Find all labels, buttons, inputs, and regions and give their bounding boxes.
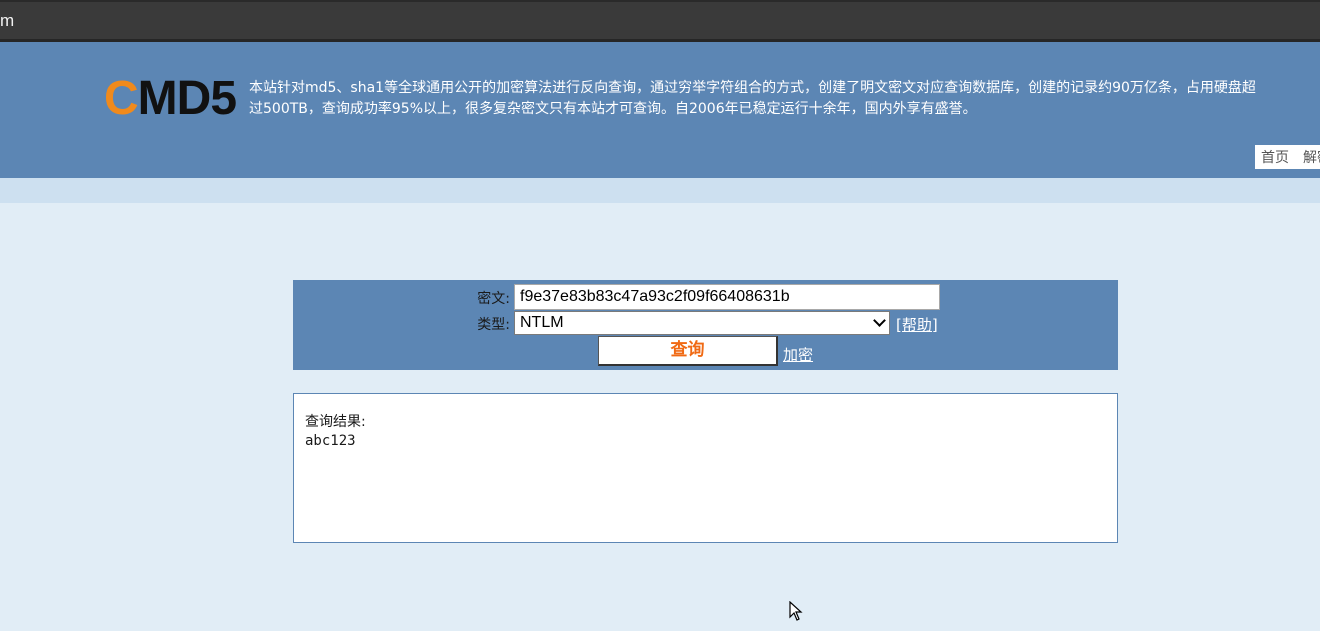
type-label: 类型: <box>477 317 510 333</box>
cmd5-logo[interactable]: CMD5 <box>104 75 246 123</box>
result-panel: 查询结果: abc123 <box>293 393 1118 543</box>
header-subband <box>0 178 1320 203</box>
site-tagline: 本站针对md5、sha1等全球通用公开的加密算法进行反向查询，通过穷举字符组合的… <box>249 78 1320 120</box>
top-nav: 首页 解密 <box>1255 145 1320 169</box>
help-link[interactable]: [帮助] <box>896 314 938 335</box>
query-button[interactable]: 查询 <box>598 336 778 366</box>
type-select[interactable]: NTLM <box>514 311 890 335</box>
encrypt-link[interactable]: 加密 <box>783 344 813 365</box>
chevron-down-icon <box>873 314 886 327</box>
tagline-line-1: 本站针对md5、sha1等全球通用公开的加密算法进行反向查询，通过穷举字符组合的… <box>249 80 1256 96</box>
result-value: abc123 <box>305 433 356 449</box>
tagline-line-2: 过500TB，查询成功率95%以上，很多复杂密文只有本站才可查询。自2006年已… <box>249 101 977 117</box>
cipher-input[interactable] <box>514 284 940 310</box>
mouse-cursor-icon <box>789 601 803 621</box>
logo-c: C <box>104 72 139 125</box>
result-label: 查询结果: <box>305 414 366 430</box>
type-select-value: NTLM <box>520 314 564 331</box>
query-form: 密文: 类型: NTLM [帮助] 查询 加密 <box>293 280 1118 370</box>
logo-rest: MD5 <box>137 72 237 125</box>
url-fragment: m <box>0 11 15 30</box>
nav-home-link[interactable]: 首页 <box>1261 147 1289 167</box>
nav-decrypt-link[interactable]: 解密 <box>1303 147 1320 167</box>
site-header: CMD5 本站针对md5、sha1等全球通用公开的加密算法进行反向查询，通过穷举… <box>0 42 1320 178</box>
cipher-label: 密文: <box>477 291 510 307</box>
browser-address-bar[interactable]: m <box>0 0 1320 42</box>
